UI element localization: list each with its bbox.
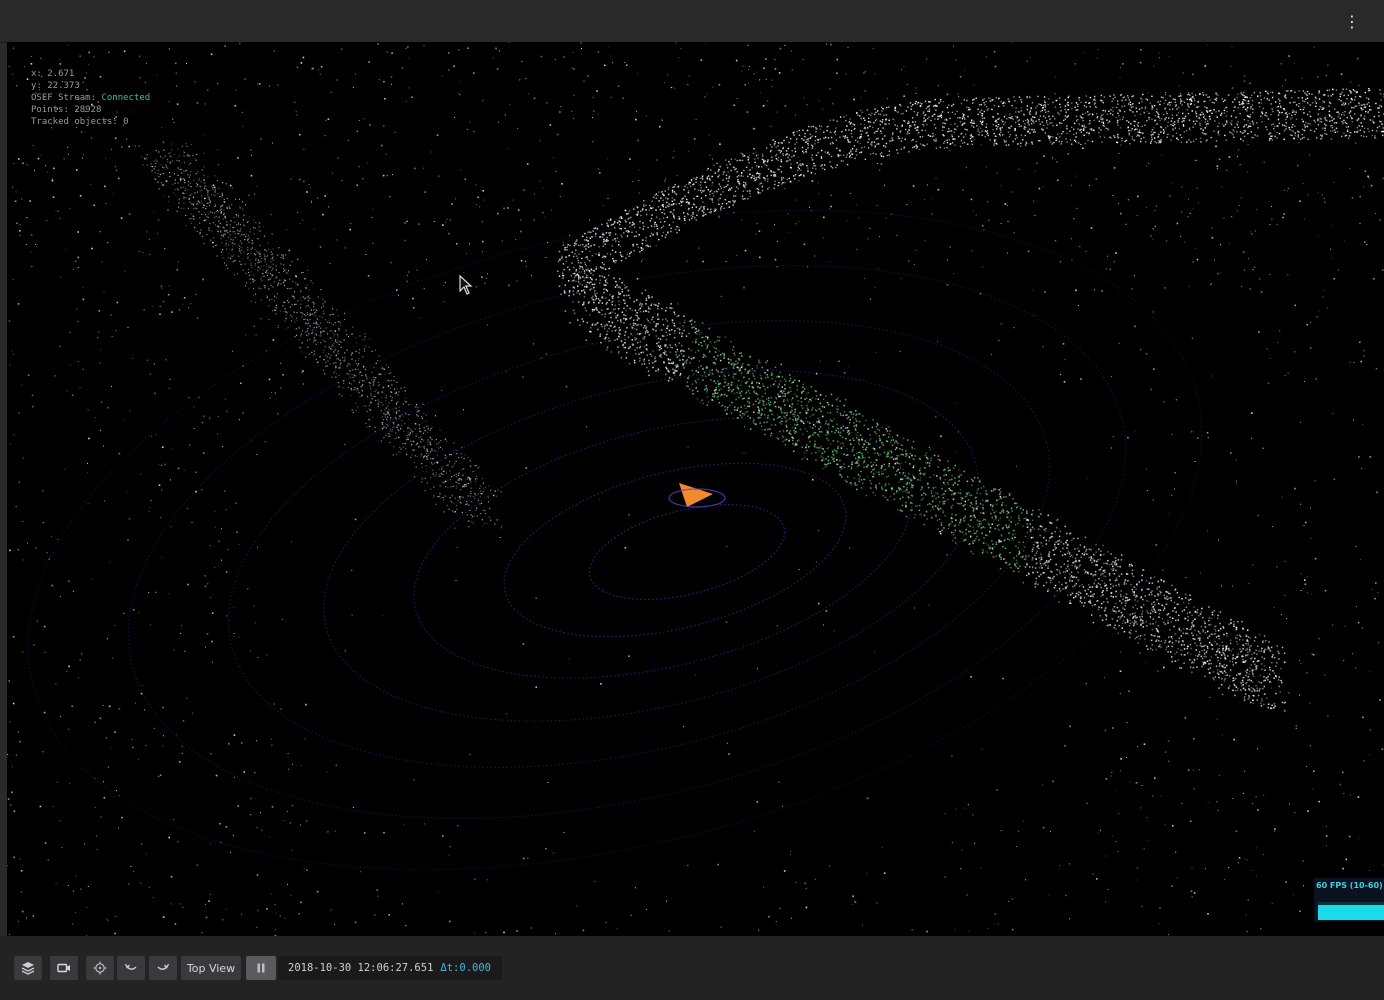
pause-button[interactable] [246, 956, 276, 980]
recenter-button[interactable] [86, 956, 114, 980]
point-cloud-canvas[interactable] [7, 42, 1384, 936]
kebab-menu-icon[interactable]: ⋮ [1342, 12, 1362, 32]
pause-icon [257, 963, 265, 973]
top-bar: ⋮ [0, 0, 1384, 43]
point-cloud-viewport[interactable]: x: 2.671 y: 22.373 OSEF Stream: Connecte… [7, 42, 1384, 936]
info-overlay: x: 2.671 y: 22.373 OSEF Stream: Connecte… [31, 68, 150, 128]
rotate-left-icon [124, 963, 137, 970]
tracked-objects-count: Tracked objects: 0 [31, 117, 129, 127]
timestamp-value: 2018-10-30 12:06:27.651 [288, 962, 434, 974]
rotate-right-icon [157, 963, 170, 970]
y-coordinate-readout: y: 22.373 [31, 81, 80, 91]
layers-button[interactable] [14, 956, 42, 980]
bottom-toolbar: Top View 2018-10-30 12:06:27.651 Δt:0.00… [0, 936, 1384, 1000]
mouse-cursor-icon [459, 275, 473, 295]
delta-time-value: Δt:0.000 [440, 962, 491, 974]
stream-status-label: OSEF Stream: [31, 93, 97, 103]
fps-bar-track [1318, 902, 1384, 920]
layers-icon [21, 962, 35, 975]
x-coordinate-readout: x: 2.671 [31, 69, 75, 79]
points-count: Points: 28928 [31, 105, 102, 115]
rotate-right-button[interactable] [149, 956, 177, 980]
rotate-left-button[interactable] [117, 956, 145, 980]
top-view-button[interactable]: Top View [181, 956, 241, 980]
fps-label: 60 FPS (10-60) [1316, 881, 1383, 890]
camera-button[interactable] [50, 956, 78, 980]
fps-bar-fill [1318, 905, 1384, 920]
playback-timestamp: 2018-10-30 12:06:27.651 Δt:0.000 [278, 956, 502, 980]
stream-status-value: Connected [101, 93, 151, 103]
top-view-label: Top View [186, 961, 236, 975]
video-camera-icon [57, 963, 70, 973]
fps-meter: 60 FPS (10-60) [1314, 878, 1384, 922]
crosshair-icon [93, 961, 107, 975]
